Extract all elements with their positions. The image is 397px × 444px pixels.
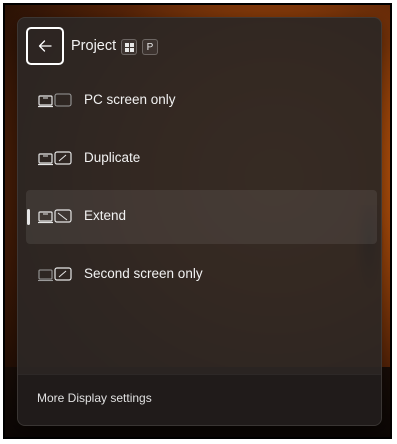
option-label: Duplicate <box>84 150 141 165</box>
flyout-footer: More Display settings <box>18 374 381 425</box>
option-label: Extend <box>84 208 127 223</box>
option-duplicate[interactable]: Duplicate <box>26 132 377 186</box>
p-key-badge: P <box>142 39 158 55</box>
option-second-screen-only[interactable]: Second screen only <box>26 248 377 302</box>
windows-key-badge <box>121 39 137 55</box>
selection-indicator <box>27 209 30 225</box>
option-label: PC screen only <box>84 92 176 107</box>
flyout-title: Project <box>71 38 117 54</box>
more-display-settings-link[interactable]: More Display settings <box>37 391 152 405</box>
second-screen-only-icon <box>38 267 72 282</box>
duplicate-icon <box>38 151 72 166</box>
pc-screen-only-icon <box>38 93 72 108</box>
option-pc-screen-only[interactable]: PC screen only <box>26 74 377 128</box>
desktop-screenshot: Project P PC screen only Duplicate Exten… <box>3 3 392 439</box>
option-label: Second screen only <box>84 266 203 281</box>
extend-icon <box>38 209 72 224</box>
windows-logo-icon <box>124 42 134 52</box>
option-extend[interactable]: Extend <box>26 190 377 244</box>
flyout-header: Project P <box>18 18 381 74</box>
project-flyout: Project P PC screen only Duplicate Exten… <box>17 17 382 426</box>
arrow-left-icon <box>38 40 52 52</box>
back-button[interactable] <box>26 27 64 65</box>
